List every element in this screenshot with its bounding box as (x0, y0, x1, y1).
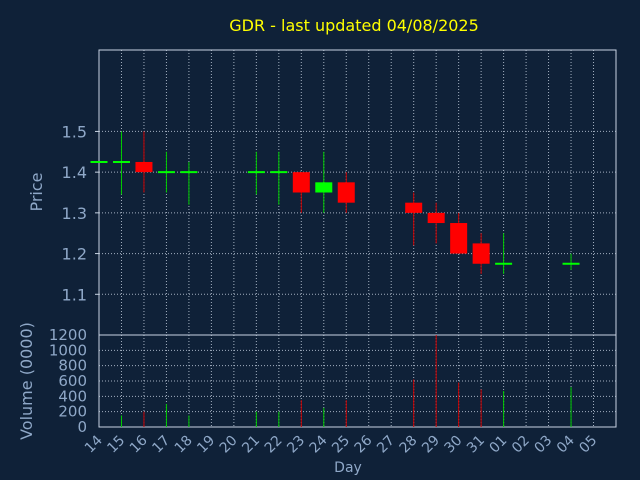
x-tick-label: 02 (509, 433, 533, 457)
x-tick-label: 17 (149, 433, 173, 457)
price-y-tick-label: 1.2 (62, 245, 87, 264)
price-y-axis: 1.1 1.2 1.3 1.4 1.5 (62, 122, 99, 304)
candle-body (292, 172, 310, 193)
candlestick-chart: GDR - last updated 04/08/2025 1.11.21.31… (17, 16, 617, 476)
x-tick-label: 31 (464, 433, 488, 457)
volume-y-tick-label: 200 (58, 403, 87, 421)
price-y-tick-label: 1.1 (62, 285, 87, 304)
x-tick-label: 19 (194, 433, 218, 457)
volume-axis-label: Volume (0000) (17, 322, 36, 440)
candle-body (405, 202, 423, 213)
x-tick-label: 27 (374, 433, 398, 457)
x-axis-label: Day (334, 460, 362, 476)
volume-y-tick-label: 1000 (49, 341, 87, 359)
candle-body (450, 223, 468, 254)
x-tick-label: 15 (104, 433, 128, 457)
x-axis: 1415161718192021222324252627282930310102… (82, 432, 600, 456)
candle-body (427, 212, 445, 224)
price-panel-frame (98, 49, 617, 336)
x-tick-label: 01 (487, 433, 511, 457)
volume-y-tick-label: 1200 (49, 326, 87, 344)
x-tick-label: 03 (531, 433, 555, 457)
price-y-tick-label: 1.5 (62, 122, 87, 141)
candle-body (337, 182, 355, 203)
volume-y-tick-label: 600 (58, 372, 87, 390)
x-tick-label: 21 (239, 433, 263, 457)
volume-y-axis: 020040060080010001200 (49, 326, 87, 436)
x-tick-label: 28 (397, 433, 421, 457)
x-tick-label: 14 (82, 432, 106, 456)
x-tick-label: 20 (217, 433, 241, 457)
x-tick-label: 16 (127, 432, 151, 456)
price-y-tick-label: 1.3 (62, 204, 87, 223)
price-axis-label: Price (27, 172, 46, 211)
volume-y-tick-label: 0 (77, 418, 87, 436)
x-tick-label: 04 (554, 432, 578, 456)
volume-grid (98, 334, 616, 428)
price-grid (98, 50, 616, 335)
x-tick-label: 05 (576, 433, 600, 457)
x-tick-label: 26 (352, 432, 376, 456)
x-tick-label: 18 (172, 433, 196, 457)
x-tick-label: 22 (262, 433, 286, 457)
chart-title: GDR - last updated 04/08/2025 (229, 16, 479, 35)
x-tick-label: 30 (442, 433, 466, 457)
x-tick-label: 24 (307, 432, 331, 456)
volume-y-tick-label: 400 (58, 387, 87, 405)
x-tick-label: 29 (419, 433, 443, 457)
x-tick-label: 25 (329, 433, 353, 457)
x-tick-label: 23 (284, 433, 308, 457)
candle-body (472, 243, 490, 264)
volume-y-tick-label: 800 (58, 357, 87, 375)
candle-body (135, 161, 153, 173)
price-y-tick-label: 1.4 (62, 163, 87, 182)
candles (90, 131, 580, 274)
candle-body (315, 182, 333, 193)
